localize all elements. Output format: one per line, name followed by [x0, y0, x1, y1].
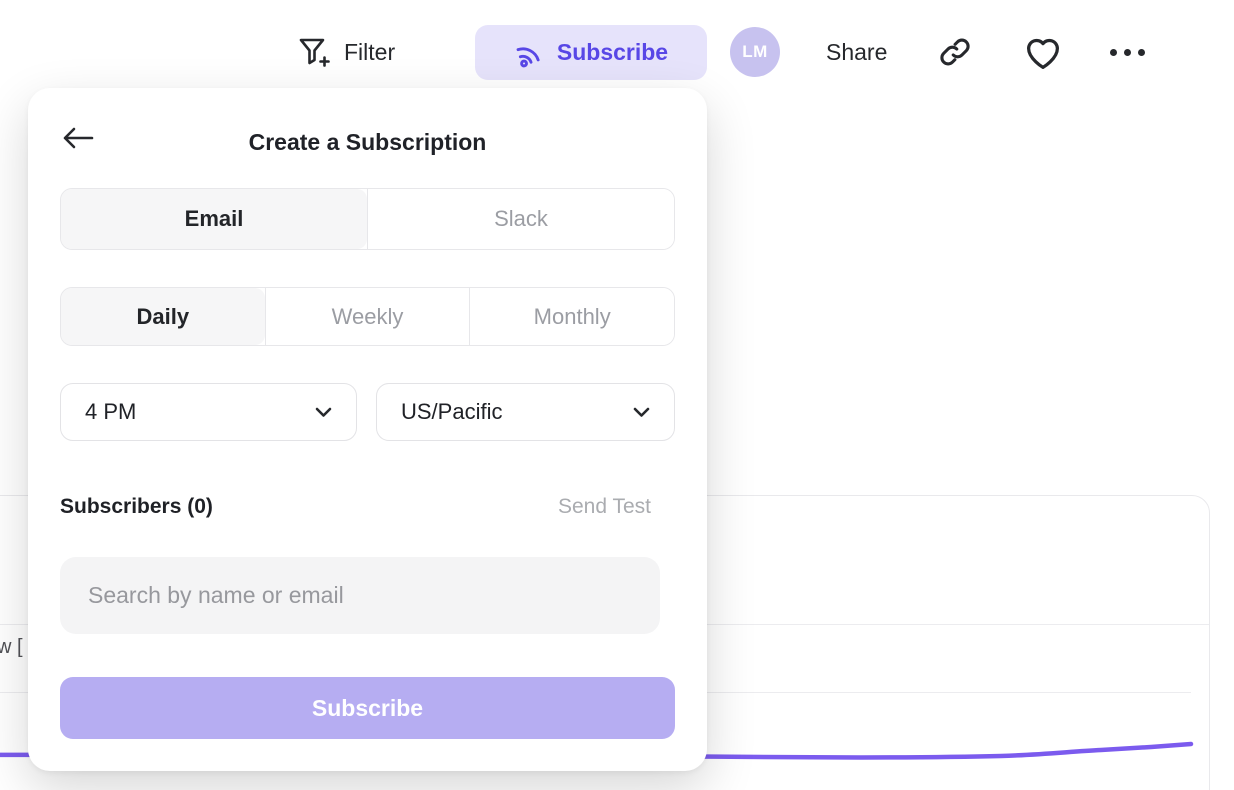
- frequency-segmented-control: Daily Weekly Monthly: [60, 287, 675, 346]
- channel-segmented-control: Email Slack: [60, 188, 675, 250]
- rss-icon: [514, 38, 544, 68]
- tab-email[interactable]: Email: [61, 189, 367, 249]
- link-icon: [936, 33, 974, 71]
- subscriber-search-input[interactable]: [60, 557, 660, 634]
- time-select-value: 4 PM: [85, 399, 136, 425]
- partial-row-text: w [: [0, 636, 23, 659]
- subscribe-label: Subscribe: [557, 39, 668, 66]
- share-label: Share: [826, 39, 887, 66]
- create-subscription-modal: Create a Subscription Email Slack Daily …: [28, 88, 707, 771]
- funnel-plus-icon: [296, 35, 330, 69]
- tab-monthly[interactable]: Monthly: [469, 288, 674, 345]
- tab-slack[interactable]: Slack: [367, 189, 674, 249]
- filter-button[interactable]: Filter: [296, 30, 395, 74]
- ellipsis-icon: [1110, 49, 1145, 56]
- share-button[interactable]: Share: [826, 30, 887, 74]
- chevron-down-icon: [633, 407, 650, 418]
- tab-daily[interactable]: Daily: [61, 288, 265, 345]
- copy-link-button[interactable]: [936, 33, 974, 71]
- time-select[interactable]: 4 PM: [60, 383, 357, 441]
- avatar[interactable]: LM: [730, 27, 780, 77]
- send-test-link[interactable]: Send Test: [558, 495, 651, 519]
- chevron-down-icon: [315, 407, 332, 418]
- modal-title: Create a Subscription: [28, 129, 707, 156]
- timezone-select-value: US/Pacific: [401, 399, 502, 425]
- more-menu-button[interactable]: [1110, 40, 1145, 64]
- tab-weekly[interactable]: Weekly: [265, 288, 470, 345]
- timezone-select[interactable]: US/Pacific: [376, 383, 675, 441]
- avatar-initials: LM: [742, 42, 768, 62]
- heart-icon: [1023, 34, 1063, 72]
- subscribers-row: Subscribers (0) Send Test: [60, 492, 651, 522]
- filter-label: Filter: [344, 39, 395, 66]
- page: w [ Filter Subscribe LM: [0, 0, 1234, 790]
- favorite-button[interactable]: [1023, 34, 1063, 72]
- subscribers-count-label: Subscribers (0): [60, 495, 213, 519]
- subscribe-submit-button[interactable]: Subscribe: [60, 677, 675, 739]
- subscribe-toolbar-button[interactable]: Subscribe: [475, 25, 707, 80]
